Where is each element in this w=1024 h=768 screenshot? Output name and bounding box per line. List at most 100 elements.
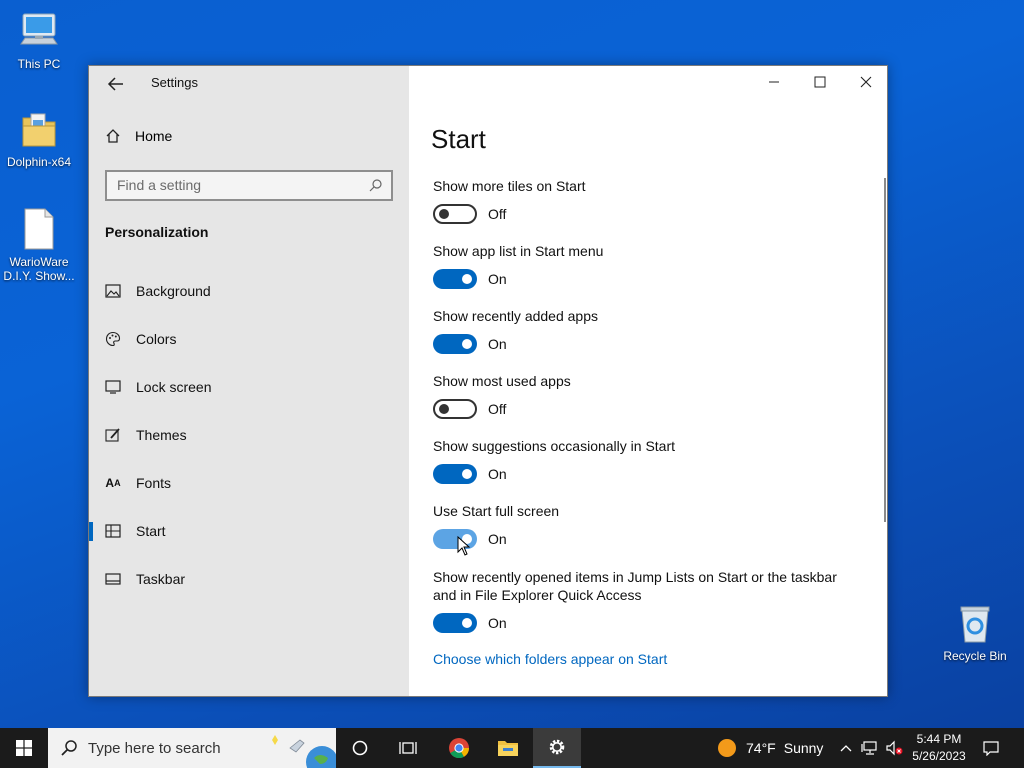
chevron-up-icon [840,745,852,752]
find-setting-input[interactable]: Find a setting [105,170,393,201]
setting-label: Show suggestions occasionally in Start [433,438,676,454]
back-arrow-icon[interactable] [105,74,127,94]
search-placeholder: Find a setting [117,177,202,193]
desktop-icon-label: This PC [17,57,61,71]
setting-label: Show recently opened items in Jump Lists… [433,569,837,585]
maximize-button[interactable] [797,66,843,98]
toggle-suggestions[interactable] [433,464,477,484]
minimize-button[interactable] [751,66,797,98]
taskbar-clock[interactable]: 5:44 PM 5/26/2023 [908,731,970,765]
home-icon [106,129,120,143]
close-button[interactable] [843,66,889,98]
nav-item-label: Background [136,283,211,299]
desktop-icon-this-pc[interactable]: This PC [0,10,78,71]
nav-item-fonts[interactable]: AA Fonts [89,463,409,503]
start-layout-icon [105,523,121,539]
nav-item-taskbar[interactable]: Taskbar [89,559,409,599]
action-center-button[interactable] [976,728,1006,768]
taskbar-app-settings[interactable] [533,728,581,768]
desktop-icon-label: Dolphin-x64 [6,155,72,169]
task-view-button[interactable] [384,728,432,768]
toggle-state: On [488,271,507,287]
toggle-state: On [488,336,507,352]
file-icon [24,208,54,250]
clock-time: 5:44 PM [916,732,962,746]
toggle-app-list[interactable] [433,269,477,289]
setting-label: Use Start full screen [433,503,560,519]
maximize-icon [814,76,826,88]
minimize-icon [769,81,779,83]
window-title: Settings [151,75,198,90]
palette-icon [105,331,121,347]
toggle-state: On [488,531,507,547]
notification-icon [983,741,999,756]
desktop-icon-recycle-bin[interactable]: Recycle Bin [936,602,1014,663]
volume-tray-icon[interactable] [882,728,906,768]
nav-home[interactable]: Home [105,128,172,144]
toggle-most-used[interactable] [433,399,477,419]
weather-widget[interactable]: 74°F Sunny [716,728,832,768]
nav-item-lock-screen[interactable]: Lock screen [89,367,409,407]
volume-muted-icon [886,740,903,756]
mouse-cursor-icon [457,536,471,556]
setting-label: and in File Explorer Quick Access [433,587,642,603]
close-icon [860,76,872,88]
network-icon [861,741,877,755]
nav-item-colors[interactable]: Colors [89,319,409,359]
search-icon [61,740,77,756]
settings-content-pane: Start Show more tiles on Start Off Show … [409,66,887,696]
setting-label: Show more tiles on Start [433,178,586,194]
taskbar: Type here to search 74°F Sunny 5:44 PM 5… [0,728,1024,768]
taskbar-search-box[interactable]: Type here to search [48,728,336,768]
desktop-icon-label: Recycle Bin [943,649,1007,663]
network-tray-icon[interactable] [858,728,882,768]
cortana-circle-icon [352,740,368,756]
nav-section-title: Personalization [105,224,209,240]
monitor-icon [105,379,121,395]
clock-date: 5/26/2023 [912,749,966,763]
nav-home-label: Home [135,128,173,144]
start-button[interactable] [0,728,48,768]
toggle-more-tiles[interactable] [433,204,477,224]
toggle-state: Off [488,401,507,417]
setting-label: Show most used apps [433,373,571,389]
settings-nav-pane: Settings Home Find a setting Personaliza… [89,66,409,696]
desktop-icon-dolphin[interactable]: Dolphin-x64 [0,108,78,169]
image-icon [105,283,121,299]
brush-icon [105,427,121,443]
taskbar-app-file-explorer[interactable] [484,728,532,768]
toggle-recently-added[interactable] [433,334,477,354]
setting-label: Show app list in Start menu [433,243,604,259]
recycle-bin-icon [960,606,990,643]
folder-icon [22,113,56,147]
nav-item-label: Lock screen [136,379,212,395]
desktop-icon-warioware[interactable]: WarioWare D.I.Y. Show... [0,206,78,283]
nav-item-start[interactable]: Start [89,511,409,551]
setting-label: Show recently added apps [433,308,598,324]
taskbar-search-placeholder: Type here to search [88,739,221,757]
toggle-state: Off [488,206,507,222]
nav-item-themes[interactable]: Themes [89,415,409,455]
show-hidden-icons-button[interactable] [836,728,856,768]
settings-window: Settings Home Find a setting Personaliza… [88,65,888,697]
nav-item-background[interactable]: Background [89,271,409,311]
font-icon: AA [105,476,121,490]
nav-item-label: Taskbar [136,571,186,587]
nav-item-label: Fonts [136,475,172,491]
sun-icon [718,739,736,757]
task-view-icon [399,742,417,754]
content-scrollbar[interactable] [884,178,886,522]
chrome-icon [449,738,470,759]
weather-condition: Sunny [783,740,824,756]
toggle-state: On [488,466,507,482]
taskbar-app-chrome[interactable] [435,728,483,768]
choose-folders-link[interactable]: Choose which folders appear on Start [433,651,667,667]
nav-item-label: Start [136,523,166,539]
page-title: Start [431,124,486,154]
computer-icon [20,13,58,45]
toggle-jump-lists[interactable] [433,613,477,633]
toggle-state: On [488,615,507,631]
file-explorer-icon [498,741,518,756]
desktop-icon-label: WarioWare D.I.Y. Show... [3,255,75,283]
cortana-button[interactable] [336,728,384,768]
